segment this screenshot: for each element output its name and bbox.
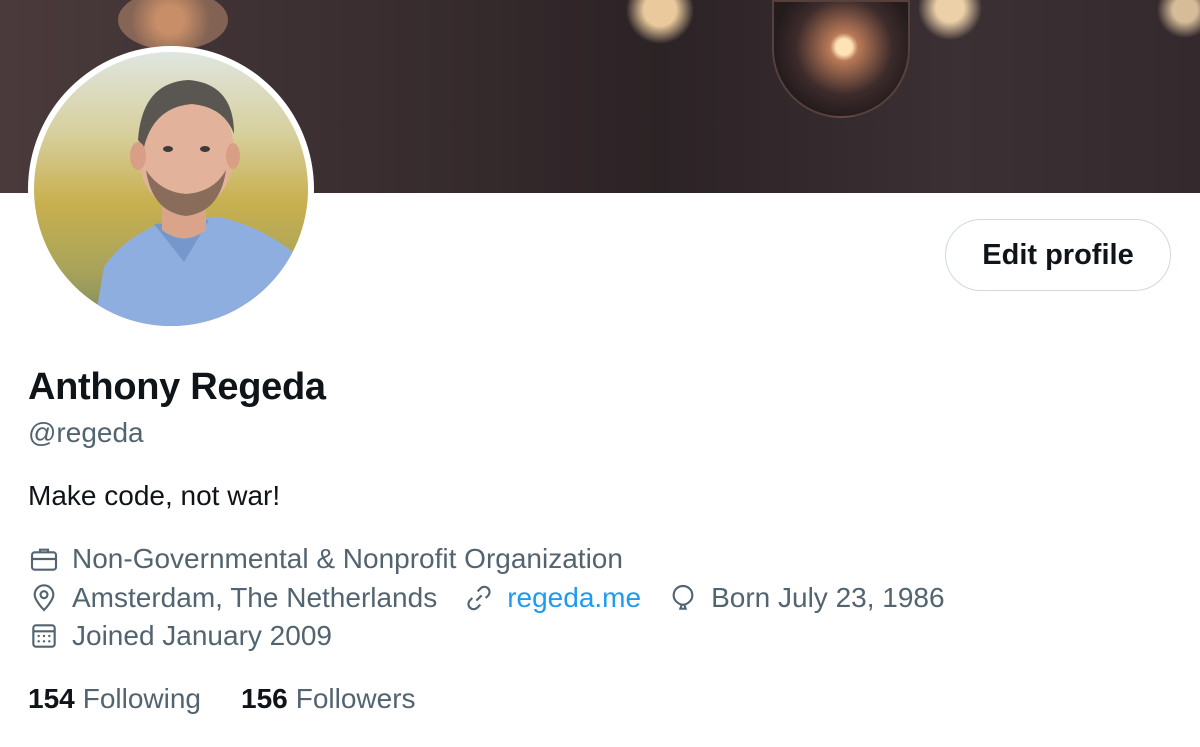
location-pin-icon <box>33 584 55 612</box>
joined-item: Joined January 2009 <box>28 620 332 652</box>
profile-name: Anthony Regeda <box>28 366 326 408</box>
meta-line-category: Non-Governmental & Nonprofit Organizatio… <box>28 543 649 575</box>
meta-line-joined: Joined January 2009 <box>28 620 358 652</box>
calendar-icon <box>32 624 56 648</box>
birthday-item: Born July 23, 1986 <box>667 582 945 614</box>
category-text: Non-Governmental & Nonprofit Organizatio… <box>72 543 623 574</box>
following-count: 154 <box>28 683 75 714</box>
website-link[interactable]: regeda.me <box>507 582 641 614</box>
banner-lightbulb <box>772 0 910 118</box>
followers-count: 156 <box>241 683 288 714</box>
edit-profile-button[interactable]: Edit profile <box>945 219 1171 291</box>
location-item: Amsterdam, The Netherlands <box>28 582 437 614</box>
avatar-photo <box>34 52 308 326</box>
following-link[interactable]: 154 Following <box>28 683 201 715</box>
joined-text: Joined January 2009 <box>72 620 332 651</box>
following-label: Following <box>82 683 201 714</box>
birthday-text: Born July 23, 1986 <box>711 582 945 613</box>
profile-stats: 154 Following 156 Followers <box>28 683 456 715</box>
category-item: Non-Governmental & Nonprofit Organizatio… <box>28 543 623 575</box>
profile-handle: @regeda <box>28 417 144 448</box>
profile-bio: Make code, not war! <box>28 480 281 511</box>
briefcase-icon <box>30 548 58 571</box>
website-item[interactable]: regeda.me <box>463 582 641 614</box>
followers-link[interactable]: 156 Followers <box>241 683 416 715</box>
location-text: Amsterdam, The Netherlands <box>72 582 438 613</box>
meta-line-details: Amsterdam, The Netherlands regeda.me Bor… <box>28 582 971 614</box>
link-icon <box>467 585 491 611</box>
banner-bokeh <box>118 0 228 50</box>
followers-label: Followers <box>295 683 416 714</box>
balloon-icon <box>672 584 694 610</box>
avatar[interactable] <box>28 46 314 332</box>
